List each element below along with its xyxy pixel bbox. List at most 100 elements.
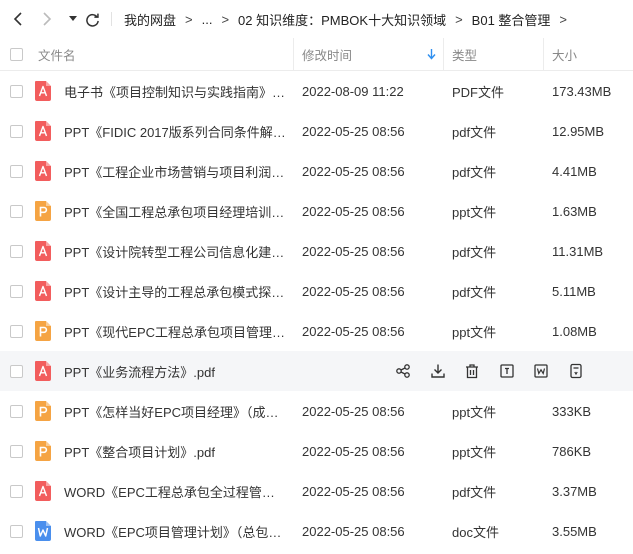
pdf-file-icon — [35, 241, 51, 261]
file-row[interactable]: PPT《整合项目计划》.pdf 2022-05-25 08:56 ppt文件 7… — [0, 431, 633, 471]
breadcrumb-item-folder[interactable]: 02 知识维度：PMBOK十大知识领域 — [238, 10, 446, 29]
breadcrumb-item-root[interactable]: 我的网盘 — [124, 10, 176, 29]
row-checkbox[interactable] — [10, 165, 23, 178]
row-checkbox[interactable] — [10, 525, 23, 538]
file-row[interactable]: PPT《全国工程总承包项目经理培训讲… 2022-05-25 08:56 ppt… — [0, 191, 633, 231]
more-button[interactable] — [566, 361, 586, 381]
sort-descending-icon[interactable] — [427, 38, 436, 70]
row-checkbox[interactable] — [10, 205, 23, 218]
row-checkbox[interactable] — [10, 245, 23, 258]
file-name[interactable]: WORD《EPC工程总承包全过程管理如… — [64, 471, 286, 511]
file-type: ppt文件 — [452, 324, 497, 340]
file-row[interactable]: PPT《业务流程方法》.pdf — [0, 351, 633, 391]
file-row[interactable]: PPT《FIDIC 2017版系列合同条件解析… 2022-05-25 08:5… — [0, 111, 633, 151]
file-type: pdf文件 — [452, 124, 497, 140]
toolbar-divider — [111, 12, 112, 26]
breadcrumb-separator: > — [559, 11, 568, 27]
file-name[interactable]: PPT《工程企业市场营销与项目利润最… — [64, 151, 286, 191]
navigation-bar: 我的网盘 > ... > 02 知识维度：PMBOK十大知识领域 > B01 整… — [0, 0, 633, 38]
file-name[interactable]: PPT《怎样当好EPC项目经理》（成达 … — [64, 391, 286, 431]
column-divider[interactable] — [293, 38, 294, 70]
file-modified-time: 2022-05-25 08:56 — [302, 243, 405, 259]
refresh-button[interactable] — [82, 9, 102, 29]
file-modified-time: 2022-05-25 08:56 — [302, 403, 405, 419]
column-header-name[interactable]: 文件名 — [38, 38, 76, 70]
column-header-size[interactable]: 大小 — [552, 38, 577, 70]
breadcrumb: 我的网盘 > ... > 02 知识维度：PMBOK十大知识领域 > B01 整… — [124, 0, 576, 38]
row-checkbox[interactable] — [10, 285, 23, 298]
breadcrumb-separator: > — [185, 11, 193, 27]
row-checkbox[interactable] — [10, 85, 23, 98]
file-size: 4.41MB — [552, 163, 597, 179]
row-checkbox[interactable] — [10, 405, 23, 418]
file-row[interactable]: PPT《现代EPC工程总承包项目管理实务… 2022-05-25 08:56 p… — [0, 311, 633, 351]
column-header-type[interactable]: 类型 — [452, 38, 477, 70]
row-checkbox[interactable] — [10, 365, 23, 378]
file-name[interactable]: 电子书《项目控制知识与实践指南》.PDF — [64, 71, 286, 111]
rename-icon — [499, 364, 514, 378]
file-name[interactable]: PPT《FIDIC 2017版系列合同条件解析… — [64, 111, 286, 151]
column-header-mtime[interactable]: 修改时间 — [302, 38, 352, 70]
refresh-icon — [85, 13, 99, 27]
file-row[interactable]: 电子书《项目控制知识与实践指南》.PDF 2022-08-09 11:22 PD… — [0, 71, 633, 111]
file-row[interactable]: PPT《设计院转型工程公司信息化建设… 2022-05-25 08:56 pdf… — [0, 231, 633, 271]
file-type: pdf文件 — [452, 244, 497, 260]
pdf-file-icon — [35, 161, 51, 181]
delete-button[interactable] — [462, 361, 482, 381]
rename-button[interactable] — [497, 361, 517, 381]
file-name[interactable]: PPT《整合项目计划》.pdf — [64, 431, 286, 471]
file-row[interactable]: WORD《EPC项目管理计划》（总包之… 2022-05-25 08:56 do… — [0, 511, 633, 551]
row-actions — [393, 361, 600, 381]
delete-icon — [466, 364, 478, 379]
row-checkbox[interactable] — [10, 445, 23, 458]
file-modified-time: 2022-05-25 08:56 — [302, 203, 405, 219]
file-name[interactable]: PPT《业务流程方法》.pdf — [64, 351, 286, 391]
file-modified-time: 2022-05-25 08:56 — [302, 323, 405, 339]
file-type: pdf文件 — [452, 484, 497, 500]
file-row[interactable]: WORD《EPC工程总承包全过程管理如… 2022-05-25 08:56 pd… — [0, 471, 633, 511]
file-row[interactable]: PPT《工程企业市场营销与项目利润最… 2022-05-25 08:56 pdf… — [0, 151, 633, 191]
share-button[interactable] — [393, 361, 413, 381]
file-modified-time: 2022-05-25 08:56 — [302, 283, 405, 299]
file-type: PDF文件 — [452, 84, 505, 100]
breadcrumb-ellipsis[interactable]: ... — [202, 12, 213, 27]
file-size: 333KB — [552, 403, 592, 419]
file-type: ppt文件 — [452, 404, 497, 420]
forward-button[interactable] — [37, 9, 57, 29]
file-type: pdf文件 — [452, 164, 497, 180]
back-button[interactable] — [8, 9, 28, 29]
word-convert-icon — [534, 364, 548, 378]
word-convert-button[interactable] — [531, 361, 551, 381]
file-modified-time: 2022-08-09 11:22 — [302, 83, 404, 99]
file-name[interactable]: PPT《设计院转型工程公司信息化建设… — [64, 231, 286, 271]
file-modified-time: 2022-05-25 08:56 — [302, 123, 405, 139]
file-modified-time: 2022-05-25 08:56 — [302, 523, 405, 539]
column-divider[interactable] — [543, 38, 544, 70]
ppt-file-icon — [35, 201, 51, 221]
pdf-file-icon — [35, 81, 51, 101]
breadcrumb-item-current[interactable]: B01 整合管理 — [472, 10, 551, 29]
file-type: doc文件 — [452, 524, 499, 540]
ppt-file-icon — [35, 401, 51, 421]
file-name[interactable]: PPT《全国工程总承包项目经理培训讲… — [64, 191, 286, 231]
select-all-checkbox[interactable] — [10, 48, 23, 61]
row-checkbox[interactable] — [10, 125, 23, 138]
download-button[interactable] — [428, 361, 448, 381]
row-checkbox[interactable] — [10, 485, 23, 498]
row-checkbox[interactable] — [10, 325, 23, 338]
file-name[interactable]: WORD《EPC项目管理计划》（总包之… — [64, 511, 286, 551]
download-icon — [430, 364, 445, 378]
file-row[interactable]: PPT《设计主导的工程总承包模式探索… 2022-05-25 08:56 pdf… — [0, 271, 633, 311]
file-name[interactable]: PPT《设计主导的工程总承包模式探索… — [64, 271, 286, 311]
file-size: 5.11MB — [552, 283, 596, 299]
file-name[interactable]: PPT《现代EPC工程总承包项目管理实务… — [64, 311, 286, 351]
file-type: pdf文件 — [452, 284, 497, 300]
file-row[interactable]: PPT《怎样当好EPC项目经理》（成达 … 2022-05-25 08:56 p… — [0, 391, 633, 431]
file-modified-time: 2022-05-25 08:56 — [302, 483, 405, 499]
pdf-file-icon — [35, 121, 51, 141]
history-dropdown-button[interactable] — [63, 9, 83, 29]
file-modified-time: 2022-05-25 08:56 — [302, 163, 405, 179]
file-size: 786KB — [552, 443, 592, 459]
pdf-file-icon — [35, 361, 51, 381]
column-divider[interactable] — [443, 38, 444, 70]
